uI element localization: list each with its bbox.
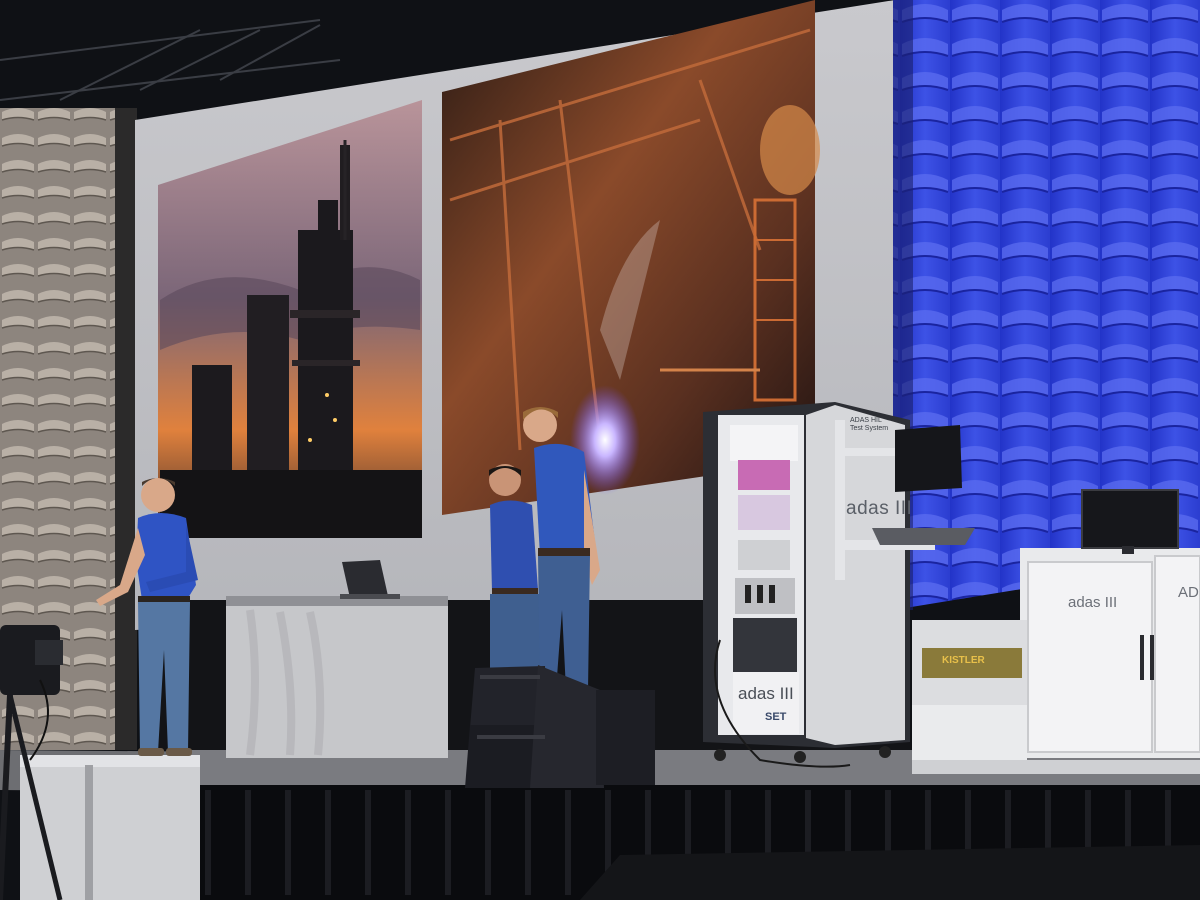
camera-riser <box>20 755 200 900</box>
rack-monitor <box>895 425 962 492</box>
hil-test-rack <box>703 402 910 768</box>
podium <box>226 596 448 758</box>
cabinet-monitor <box>1081 489 1179 554</box>
conference-stage-photo: ADAS HIL Test System adas III adas III S… <box>0 0 1200 900</box>
stage-illustration <box>0 0 1200 900</box>
stage-skirt <box>190 785 1200 900</box>
